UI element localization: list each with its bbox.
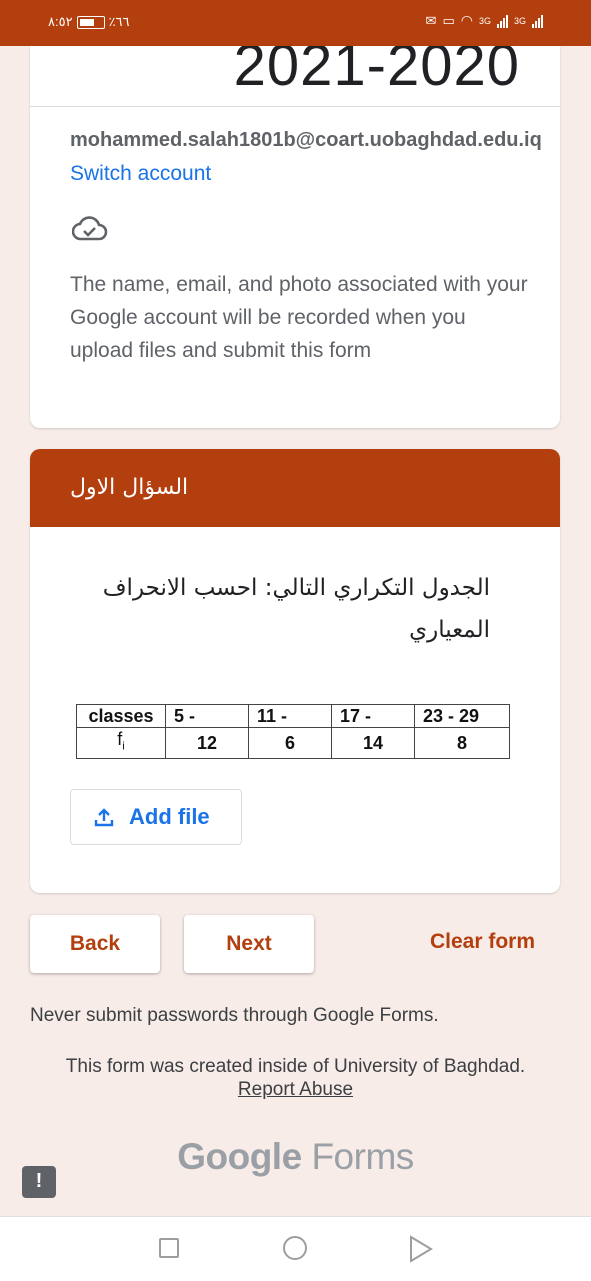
table-cell: 17 -: [331, 704, 415, 728]
video-icon: ▭: [442, 12, 455, 28]
question-card: السؤال الاول الجدول التكراري التالي: احس…: [30, 449, 560, 893]
logo-forms: Forms: [311, 1136, 414, 1177]
table-cell: 8: [414, 727, 510, 759]
status-right: ✉ ▭ ◠ 3G 3G: [426, 12, 543, 29]
table-cell: 12: [165, 727, 249, 759]
created-note: This form was created inside of Universi…: [65, 1056, 526, 1077]
account-email: mohammed.salah1801b@coart.uobaghdad.edu.…: [70, 129, 542, 151]
add-file-button[interactable]: Add file: [70, 789, 242, 845]
table-cell: 5 -: [165, 704, 249, 728]
section-header: السؤال الاول: [30, 449, 560, 527]
battery-percent: ٪٦٦: [108, 14, 130, 29]
section-title: السؤال الاول: [70, 475, 189, 500]
nav-recents-icon[interactable]: [159, 1238, 179, 1258]
mail-icon: ✉: [425, 12, 437, 28]
signal-2-icon: [532, 14, 543, 28]
network-label-1: 3G: [478, 15, 491, 26]
form-header-card: 2021-2020 mohammed.salah1801b@coart.uoba…: [30, 46, 560, 428]
wifi-icon: ◠: [460, 12, 473, 28]
back-button[interactable]: Back: [30, 915, 160, 973]
signal-1-icon: [496, 14, 508, 28]
privacy-notice: The name, email, and photo associated wi…: [70, 273, 528, 362]
feedback-icon[interactable]: !: [22, 1166, 56, 1198]
table-cell: 6: [248, 727, 332, 759]
nav-home-icon[interactable]: [283, 1236, 307, 1260]
f-subscript: i: [122, 740, 125, 753]
table-row: classes 5 - 11 - 17 - 23 - 29: [76, 704, 510, 728]
table-cell: classes: [76, 704, 166, 728]
cloud-check-icon: [72, 216, 108, 241]
next-button[interactable]: Next: [184, 915, 314, 973]
table-row: fi 12 6 14 8: [76, 727, 510, 759]
battery-icon: [76, 15, 105, 29]
password-warning: Never submit passwords through Google Fo…: [30, 1005, 439, 1026]
google-forms-logo[interactable]: Google Forms: [0, 1136, 591, 1178]
nav-back-icon[interactable]: [408, 1234, 434, 1264]
divider: [30, 106, 560, 107]
status-time: ٨:٥٢: [48, 14, 73, 29]
table-cell: 14: [331, 727, 415, 759]
add-file-label: Add file: [129, 804, 210, 829]
logo-google: Google: [177, 1136, 302, 1177]
table-cell-f: fi: [76, 727, 166, 759]
question-text: الجدول التكراري التالي: احسب الانحراف ال…: [102, 575, 490, 643]
upload-icon: [94, 808, 114, 827]
status-left: ٨:٥٢ ٪٦٦: [48, 14, 130, 30]
table-cell: 11 -: [248, 704, 332, 728]
table-cell: 23 - 29: [414, 704, 510, 728]
network-label-2: 3G: [513, 15, 526, 26]
switch-account-link[interactable]: Switch account: [70, 162, 211, 186]
frequency-table: classes 5 - 11 - 17 - 23 - 29 fi 12 6 14…: [76, 704, 510, 759]
status-bar: ٨:٥٢ ٪٦٦ ✉ ▭ ◠ 3G 3G: [0, 0, 591, 46]
clear-form-button[interactable]: Clear form: [430, 930, 535, 954]
system-nav-bar: [0, 1216, 591, 1281]
report-abuse-link[interactable]: Report Abuse: [0, 1079, 591, 1101]
